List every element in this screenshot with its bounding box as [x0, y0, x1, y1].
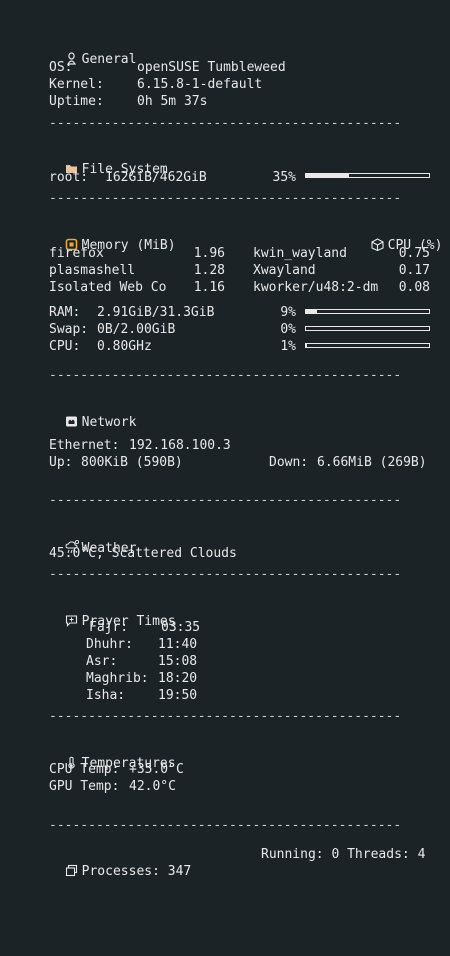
cpu-label: CPU: — [49, 339, 81, 354]
network-title: Network — [81, 415, 137, 430]
root-percent: 35% — [272, 170, 296, 185]
ram-usage-bar — [305, 309, 430, 314]
ram-usage-fill — [306, 310, 318, 313]
processes-value: 347 — [167, 864, 192, 879]
mem-proc-name: firefox — [49, 246, 104, 261]
mem-proc-name: Isolated Web Co — [49, 280, 167, 295]
os-label: OS: — [49, 60, 73, 75]
general-title: General — [81, 52, 137, 67]
prayer-time: 03:35 — [161, 620, 201, 635]
mem-proc-value: 1.16 — [193, 280, 225, 295]
prayer-name: Asr: — [86, 654, 118, 669]
gpu-temp-value: 42.0°C — [129, 779, 176, 794]
prayer-name: Fajr: — [89, 620, 129, 635]
uptime-value: 0h 5m 37s — [137, 94, 208, 109]
cpu-temp-label: CPU Temp: — [49, 762, 120, 777]
kernel-label: Kernel: — [49, 77, 104, 92]
cpu-percent: 1% — [280, 339, 296, 354]
ram-label: RAM: — [49, 305, 81, 320]
ram-value: 2.91GiB/31.3GiB — [97, 305, 215, 320]
root-usage-fill — [306, 174, 350, 177]
ethernet-label: Ethernet: — [49, 438, 120, 453]
swap-percent: 0% — [280, 322, 296, 337]
cpu-usage-bar — [305, 343, 430, 348]
network-header: Network — [49, 397, 136, 431]
swap-usage-bar — [305, 326, 430, 331]
cpu-proc-name: kworker/u48:2-dm — [253, 280, 379, 295]
separator: ----------------------------------------… — [49, 368, 402, 383]
root-usage-bar — [305, 173, 430, 178]
root-value: 162GiB/462GiB — [105, 170, 207, 185]
processes-summary: Processes: 347 — [49, 846, 191, 880]
prayer-time: 15:08 — [158, 654, 198, 669]
os-value: openSUSE Tumbleweed — [137, 60, 286, 75]
root-label: root: — [49, 170, 89, 185]
prayer-name: Dhuhr: — [86, 637, 133, 652]
separator: ----------------------------------------… — [49, 493, 402, 508]
prayer-time: 18:20 — [158, 671, 198, 686]
prayer-time: 19:50 — [158, 688, 198, 703]
separator: ----------------------------------------… — [49, 709, 402, 724]
mem-proc-value: 1.96 — [193, 246, 225, 261]
cpu-proc-name: kwin_wayland — [253, 246, 347, 261]
mem-proc-value: 1.28 — [193, 263, 225, 278]
gpu-temp-label: GPU Temp: — [49, 779, 120, 794]
ram-percent: 9% — [280, 305, 296, 320]
mem-proc-name: plasmashell — [49, 263, 136, 278]
cpu-proc-name: Xwayland — [253, 263, 316, 278]
swap-value: 0B/2.00GiB — [97, 322, 176, 337]
separator: ----------------------------------------… — [49, 818, 402, 833]
up-label: Up: — [49, 455, 73, 470]
cpu-proc-value: 0.08 — [398, 280, 430, 295]
separator: ----------------------------------------… — [49, 191, 402, 206]
prayer-name: Maghrib: — [86, 671, 149, 686]
running-label: Running: — [261, 847, 324, 862]
prayer-time: 11:40 — [158, 637, 198, 652]
windows-icon — [65, 864, 77, 877]
running-threads: Running: 0 Threads: 4 — [261, 846, 425, 863]
separator: ----------------------------------------… — [49, 567, 402, 582]
up-value: 800KiB (590B) — [81, 455, 183, 470]
cpu-temp-value: +35.0°C — [129, 762, 184, 777]
separator: ----------------------------------------… — [49, 116, 402, 131]
cpu-usage-fill — [306, 344, 308, 347]
down-label: Down: — [269, 455, 309, 470]
cpu-proc-value: 0.17 — [398, 263, 430, 278]
threads-label: Threads: — [347, 847, 410, 862]
running-value: 0 — [331, 847, 340, 862]
cpu-value: 0.80GHz — [97, 339, 152, 354]
weather-value: 45.0°C, Scattered Clouds — [49, 546, 237, 561]
cpu-proc-value: 0.75 — [398, 246, 430, 261]
uptime-label: Uptime: — [49, 94, 104, 109]
swap-label: Swap: — [49, 322, 89, 337]
kernel-value: 6.15.8-1-default — [137, 77, 263, 92]
chat-icon — [65, 615, 77, 627]
cube-icon — [371, 238, 384, 251]
prayer-name: Isha: — [86, 688, 126, 703]
down-value: 6.66MiB (269B) — [317, 455, 427, 470]
processes-label: Processes: — [81, 864, 160, 879]
ethernet-value: 192.168.100.3 — [129, 438, 231, 453]
network-icon — [65, 416, 77, 427]
threads-value: 4 — [417, 847, 426, 862]
